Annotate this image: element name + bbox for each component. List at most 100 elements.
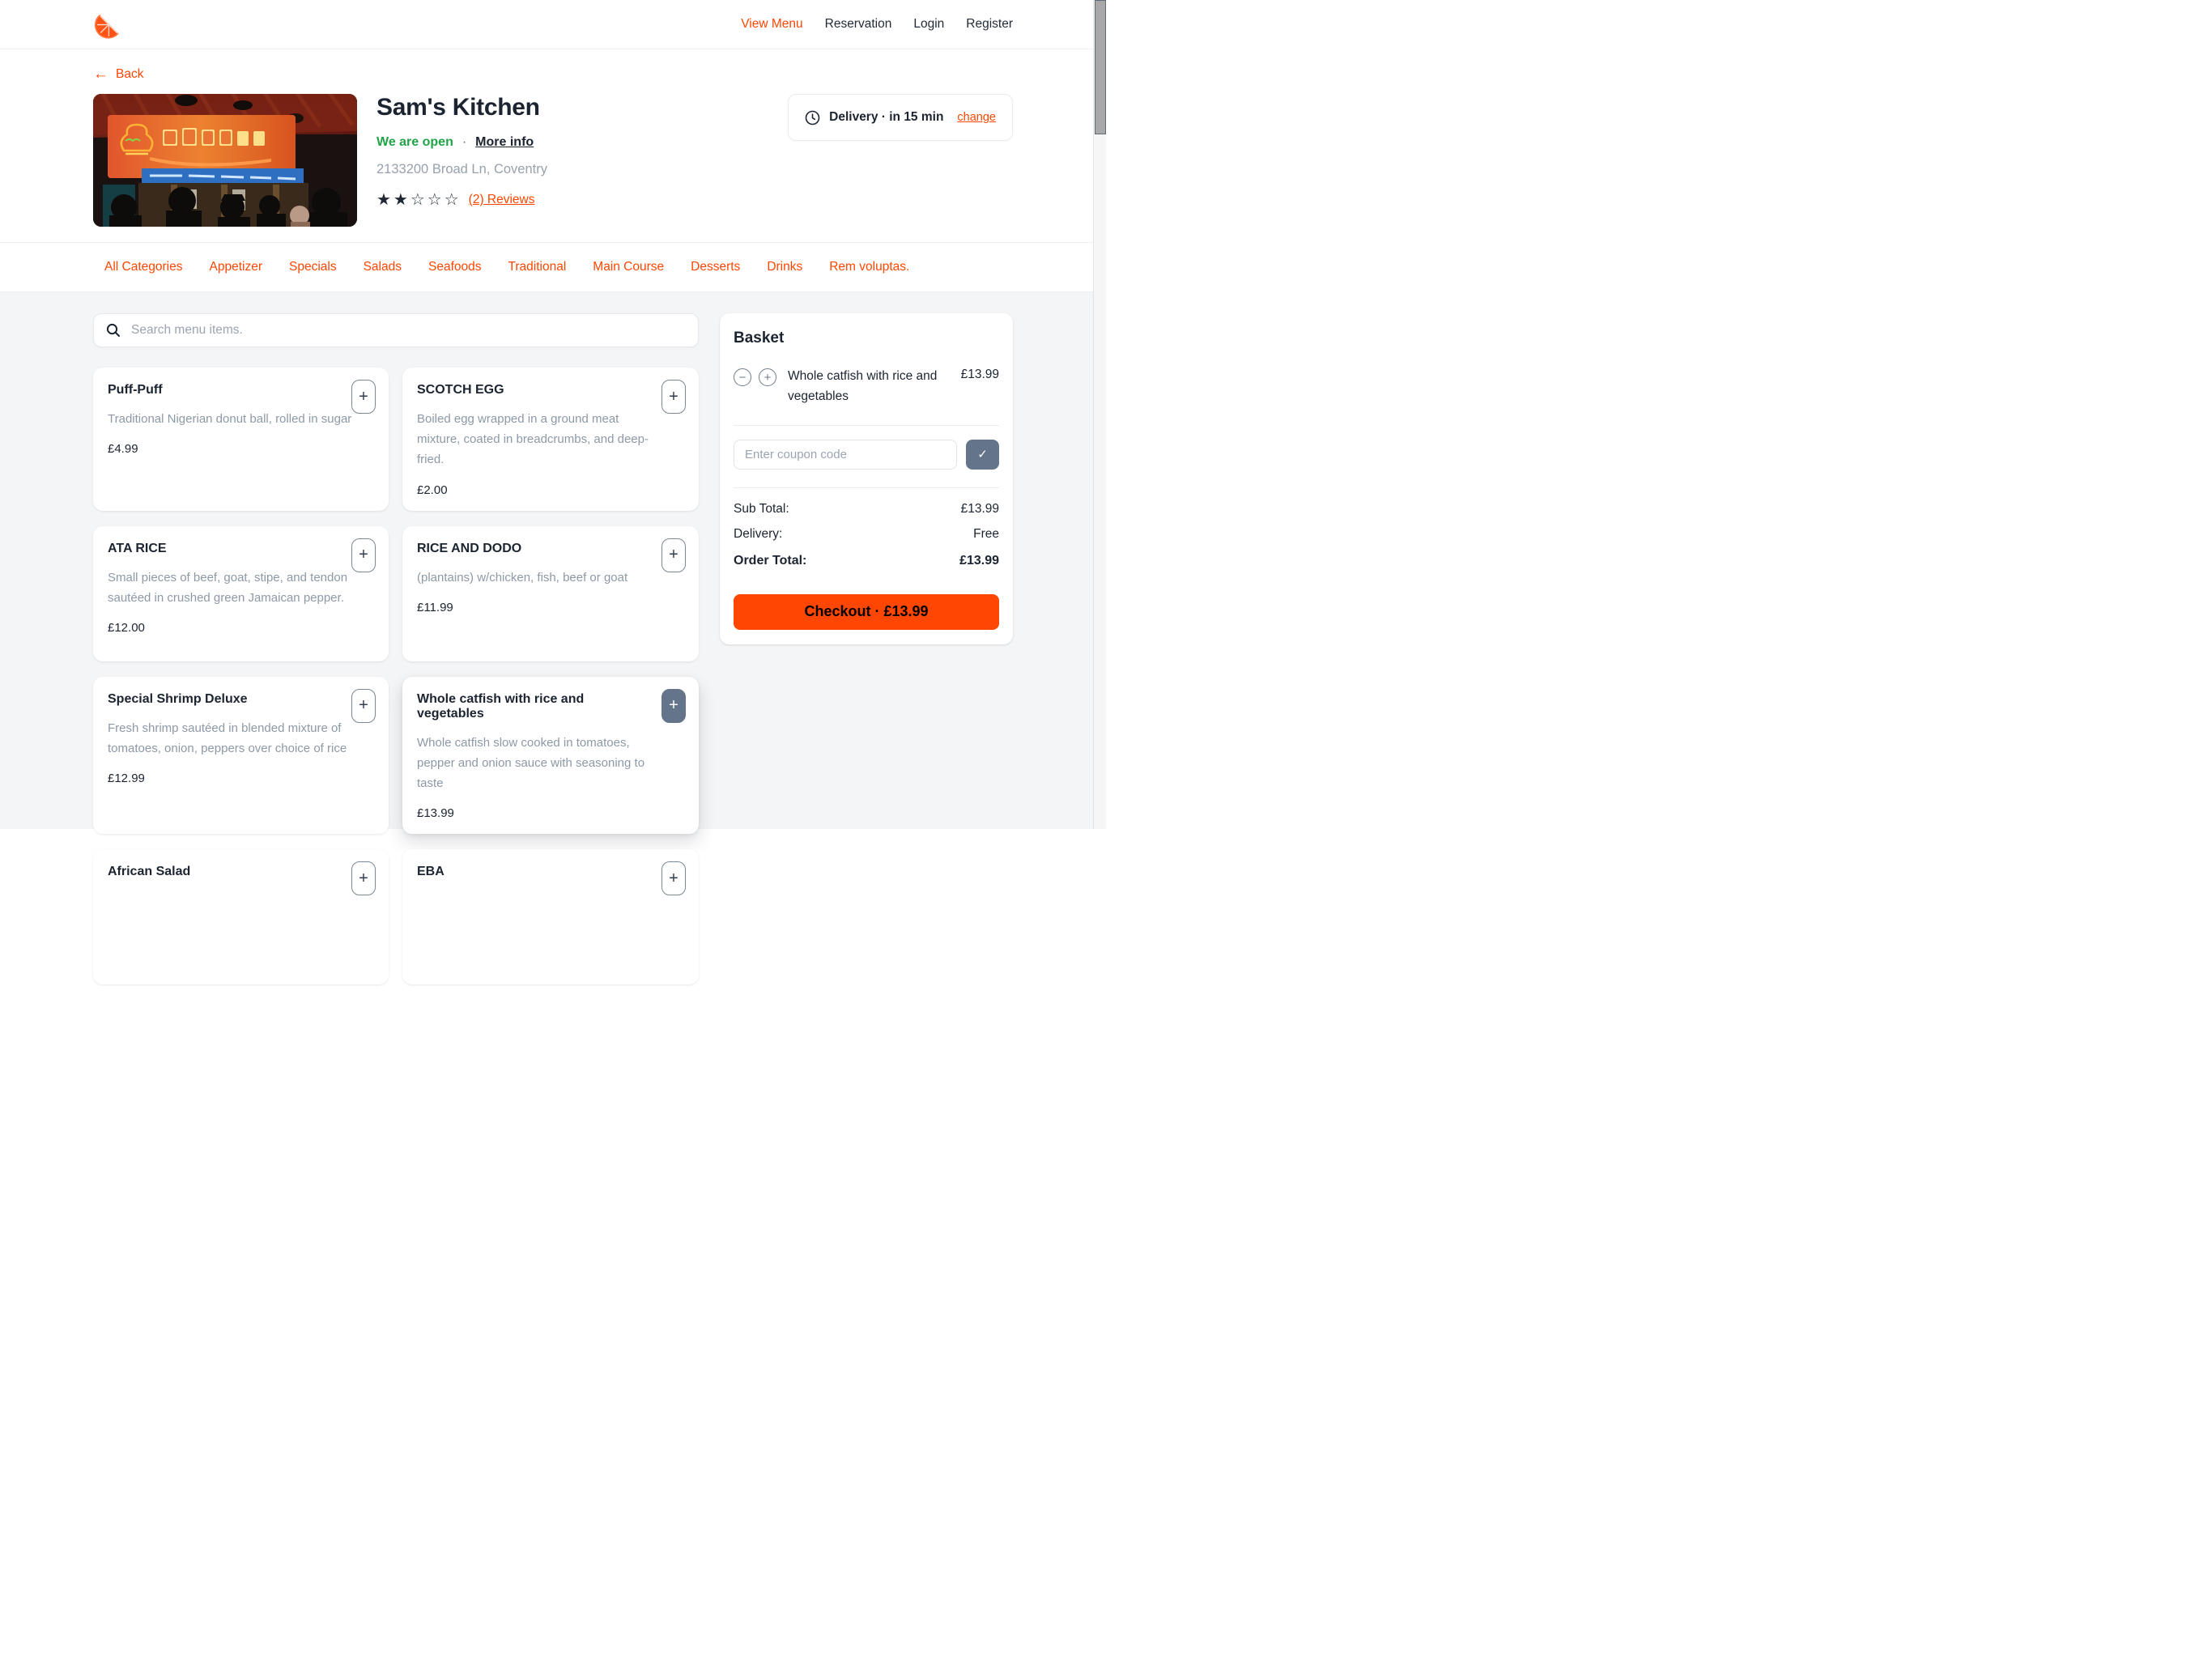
delivery-value: Free — [973, 527, 999, 542]
checkout-button[interactable]: Checkout · £13.99 — [734, 594, 999, 630]
check-icon: ✓ — [977, 448, 988, 461]
plus-icon: + — [359, 388, 368, 406]
basket-item-row: − + Whole catfish with rice and vegetabl… — [734, 367, 999, 407]
coupon-code-input[interactable] — [734, 440, 957, 470]
item-price: £11.99 — [417, 601, 684, 614]
delivery-row: Delivery: Free — [734, 527, 999, 542]
more-info-link[interactable]: More info — [475, 135, 534, 150]
orange-slice-icon — [93, 9, 124, 40]
item-name: EBA — [417, 865, 684, 879]
separator-dot: · — [462, 135, 466, 150]
add-to-basket-button[interactable]: + — [351, 538, 376, 572]
add-to-basket-button[interactable]: + — [661, 380, 686, 414]
menu-section: Puff-Puff Traditional Nigerian donut bal… — [0, 292, 1106, 829]
menu-grid: Puff-Puff Traditional Nigerian donut bal… — [93, 368, 699, 984]
tab-rem-voluptas[interactable]: Rem voluptas. — [829, 260, 909, 274]
item-name: ATA RICE — [108, 542, 374, 556]
subtotal-value: £13.99 — [961, 502, 999, 517]
tab-salads[interactable]: Salads — [364, 260, 402, 274]
add-to-basket-button[interactable]: + — [351, 861, 376, 895]
plus-icon: + — [669, 696, 678, 715]
restaurant-address: 2133200 Broad Ln, Coventry — [376, 162, 547, 177]
menu-card-ata-rice: ATA RICE Small pieces of beef, goat, sti… — [93, 526, 389, 661]
star-rating-filled-icon: ★★ — [376, 189, 410, 210]
back-link[interactable]: ← Back — [93, 66, 143, 82]
item-name: SCOTCH EGG — [417, 383, 684, 397]
top-navbar: View Menu Reservation Login Register — [0, 0, 1106, 49]
restaurant-photo — [93, 94, 357, 227]
plus-icon: + — [669, 388, 678, 406]
plus-icon: + — [359, 696, 368, 715]
minus-icon: − — [739, 372, 747, 384]
plus-icon: + — [359, 869, 368, 888]
tab-main-course[interactable]: Main Course — [593, 260, 664, 274]
restaurant-header-section: ← Back — [0, 49, 1106, 242]
menu-card-scotch-egg: SCOTCH EGG Boiled egg wrapped in a groun… — [402, 368, 699, 511]
plus-icon: + — [669, 546, 678, 564]
reviews-link[interactable]: (2) Reviews — [469, 193, 535, 207]
item-price: £12.00 — [108, 621, 374, 635]
basket-item-name: Whole catfish with rice and vegetables — [788, 367, 953, 407]
change-delivery-link[interactable]: change — [957, 111, 996, 124]
add-to-basket-button[interactable]: + — [351, 689, 376, 723]
open-status: We are open — [376, 135, 453, 150]
apply-coupon-button[interactable]: ✓ — [966, 440, 999, 470]
item-description: Whole catfish slow cooked in tomatoes, p… — [417, 733, 664, 794]
add-to-basket-button[interactable]: + — [661, 538, 686, 572]
increase-quantity-button[interactable]: + — [759, 368, 776, 386]
tab-appetizer[interactable]: Appetizer — [210, 260, 262, 274]
order-total-value: £13.99 — [959, 554, 999, 568]
menu-card-african-salad: African Salad + — [93, 849, 389, 984]
item-price: £13.99 — [417, 806, 684, 820]
tab-seafoods[interactable]: Seafoods — [428, 260, 482, 274]
back-label: Back — [116, 67, 143, 82]
menu-card-eba: EBA + — [402, 849, 699, 984]
tab-desserts[interactable]: Desserts — [691, 260, 740, 274]
item-price: £12.99 — [108, 772, 374, 785]
item-name: African Salad — [108, 865, 374, 879]
scrollbar-thumb[interactable] — [1095, 0, 1106, 134]
add-to-basket-button-active[interactable]: + — [661, 689, 686, 723]
delivery-time-text: Delivery · in 15 min — [829, 110, 943, 125]
nav-view-menu[interactable]: View Menu — [741, 17, 802, 32]
brand-logo[interactable] — [93, 9, 124, 40]
plus-icon: + — [764, 372, 772, 384]
item-price: £2.00 — [417, 483, 684, 497]
nav-reservation[interactable]: Reservation — [825, 17, 892, 32]
item-name: Special Shrimp Deluxe — [108, 692, 374, 707]
rating: ★★ ☆☆☆ (2) Reviews — [376, 189, 547, 210]
tab-specials[interactable]: Specials — [289, 260, 337, 274]
item-description: Traditional Nigerian donut ball, rolled … — [108, 409, 355, 429]
tab-all-categories[interactable]: All Categories — [104, 260, 183, 274]
item-description: Fresh shrimp sautéed in blended mixture … — [108, 718, 355, 759]
menu-search — [93, 313, 699, 347]
divider — [734, 425, 999, 426]
tab-traditional[interactable]: Traditional — [508, 260, 566, 274]
nav-register[interactable]: Register — [966, 17, 1013, 32]
star-rating-empty-icon: ☆☆☆ — [410, 189, 462, 210]
restaurant-name: Sam's Kitchen — [376, 94, 547, 121]
order-total-row: Order Total: £13.99 — [734, 554, 999, 568]
item-description: Small pieces of beef, goat, stipe, and t… — [108, 568, 355, 608]
subtotal-label: Sub Total: — [734, 502, 789, 517]
item-description: Boiled egg wrapped in a ground meat mixt… — [417, 409, 664, 470]
add-to-basket-button[interactable]: + — [351, 380, 376, 414]
delivery-info-box: Delivery · in 15 min change — [788, 94, 1013, 141]
clock-icon — [805, 110, 820, 125]
nav-login[interactable]: Login — [913, 17, 944, 32]
item-name: Puff-Puff — [108, 383, 374, 397]
search-input[interactable] — [130, 322, 686, 338]
decrease-quantity-button[interactable]: − — [734, 368, 751, 386]
menu-card-rice-and-dodo: RICE AND DODO (plantains) w/chicken, fis… — [402, 526, 699, 661]
basket-panel: Basket − + Whole catfish with rice and v… — [720, 313, 1013, 644]
add-to-basket-button[interactable]: + — [661, 861, 686, 895]
delivery-label: Delivery: — [734, 527, 782, 542]
divider — [734, 487, 999, 488]
main-nav: View Menu Reservation Login Register — [741, 17, 1013, 32]
item-description: (plantains) w/chicken, fish, beef or goa… — [417, 568, 664, 588]
tab-drinks[interactable]: Drinks — [767, 260, 802, 274]
category-tabs-bar: All Categories Appetizer Specials Salads… — [0, 242, 1106, 292]
order-total-label: Order Total: — [734, 554, 806, 568]
item-price: £4.99 — [108, 442, 374, 456]
page-scrollbar — [1093, 0, 1106, 829]
